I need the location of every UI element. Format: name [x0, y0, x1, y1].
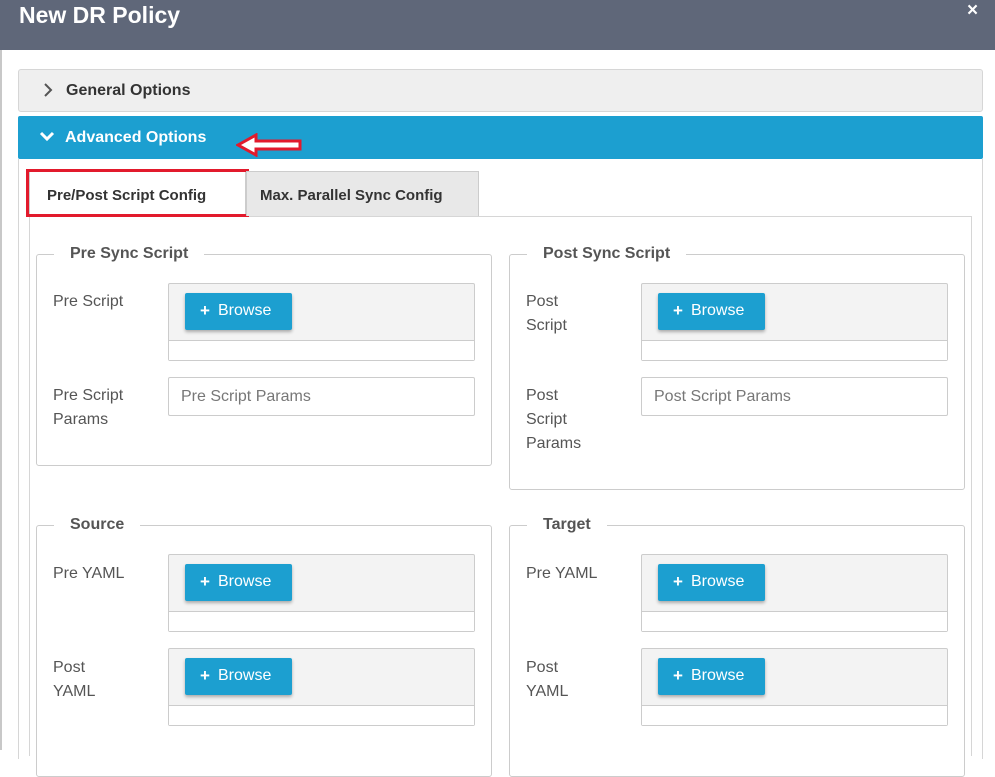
- plus-icon: +: [200, 572, 210, 591]
- file-name-display: [169, 705, 474, 725]
- browse-button[interactable]: + Browse: [185, 293, 292, 330]
- file-name-display: [642, 705, 947, 725]
- file-name-display: [169, 340, 474, 360]
- group-legend: Pre Sync Script: [70, 245, 189, 262]
- close-icon[interactable]: ×: [967, 0, 978, 22]
- source-pre-yaml-label: Pre YAML: [53, 565, 125, 582]
- browse-button[interactable]: + Browse: [185, 658, 292, 695]
- source-post-yaml-label: Post YAML: [53, 659, 96, 700]
- accordion-advanced-options[interactable]: Advanced Options: [18, 116, 983, 159]
- chevron-down-icon: [39, 131, 55, 142]
- browse-label: Browse: [691, 302, 745, 319]
- new-dr-policy-dialog: New DR Policy × General Options Advanced…: [0, 0, 995, 777]
- browse-button[interactable]: + Browse: [185, 564, 292, 601]
- target-pre-yaml-label: Pre YAML: [526, 565, 598, 582]
- dialog-title: New DR Policy: [19, 2, 181, 28]
- post-script-params-label: Post Script Params: [526, 387, 582, 452]
- tab-label: Max. Parallel Sync Config: [260, 187, 443, 204]
- file-name-display: [169, 611, 474, 631]
- plus-icon: +: [200, 666, 210, 685]
- target-post-yaml-label: Post YAML: [526, 659, 569, 700]
- pre-script-params-label: Pre Script Params: [53, 387, 124, 428]
- pre-script-upload: + Browse: [168, 283, 475, 361]
- accordion-general-label: General Options: [66, 82, 191, 99]
- group-legend: Source: [70, 516, 125, 533]
- browse-button[interactable]: + Browse: [658, 564, 765, 601]
- plus-icon: +: [673, 666, 683, 685]
- dialog-header: New DR Policy ×: [0, 0, 995, 50]
- browse-label: Browse: [218, 302, 272, 319]
- file-name-display: [642, 340, 947, 360]
- browse-label: Browse: [218, 667, 272, 684]
- arrow-left-icon: [236, 133, 302, 157]
- browse-button[interactable]: + Browse: [658, 293, 765, 330]
- group-legend: Target: [543, 516, 591, 533]
- plus-icon: +: [673, 572, 683, 591]
- tab-max-parallel-sync-config[interactable]: Max. Parallel Sync Config: [246, 171, 479, 216]
- target-pre-yaml-upload: + Browse: [641, 554, 948, 632]
- source-pre-yaml-upload: + Browse: [168, 554, 475, 632]
- accordion-advanced-label: Advanced Options: [65, 129, 207, 146]
- group-legend: Post Sync Script: [543, 245, 671, 262]
- browse-label: Browse: [691, 667, 745, 684]
- file-name-display: [642, 611, 947, 631]
- post-script-upload: + Browse: [641, 283, 948, 361]
- target-post-yaml-upload: + Browse: [641, 648, 948, 726]
- accordion-general-options[interactable]: General Options: [18, 69, 983, 112]
- post-script-label: Post Script: [526, 293, 567, 334]
- post-script-params-input[interactable]: [641, 377, 948, 416]
- pre-script-label: Pre Script: [53, 293, 124, 310]
- browse-label: Browse: [691, 573, 745, 590]
- tab-pre-post-script-config[interactable]: Pre/Post Script Config: [29, 171, 246, 216]
- browse-button[interactable]: + Browse: [658, 658, 765, 695]
- tab-label: Pre/Post Script Config: [47, 187, 207, 204]
- plus-icon: +: [673, 301, 683, 320]
- chevron-right-icon: [44, 83, 53, 97]
- source-post-yaml-upload: + Browse: [168, 648, 475, 726]
- pre-script-params-input[interactable]: [168, 377, 475, 416]
- browse-label: Browse: [218, 573, 272, 590]
- plus-icon: +: [200, 301, 210, 320]
- dialog-left-edge: [0, 0, 2, 750]
